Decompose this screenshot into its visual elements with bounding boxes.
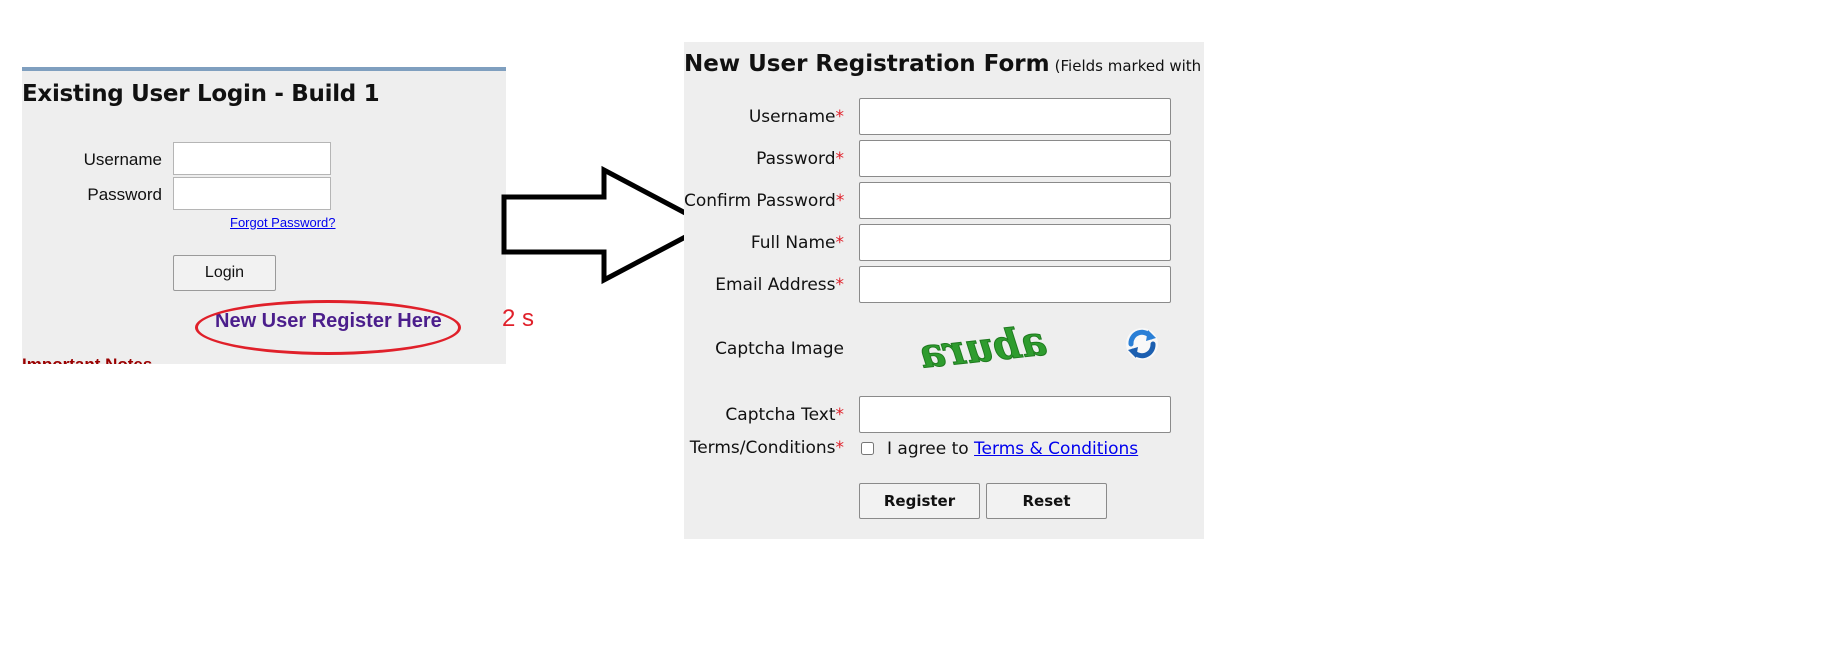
confirm-password-input[interactable] (859, 182, 1171, 219)
forgot-password-link[interactable]: Forgot Password? (230, 215, 336, 230)
email-address-input[interactable] (859, 266, 1171, 303)
register-button[interactable]: Register (859, 483, 980, 519)
terms-checkbox[interactable] (861, 442, 874, 455)
required-fields-note: (Fields marked with Re (1054, 57, 1204, 75)
login-username-label: Username (83, 150, 162, 169)
email-address-label: Email Address* (715, 275, 844, 295)
full-name-input[interactable] (859, 224, 1171, 261)
terms-agree-text: I agree to (887, 439, 969, 459)
password-input[interactable] (859, 140, 1171, 177)
delay-annotation: 2 s (502, 305, 535, 332)
login-username-input[interactable] (173, 142, 331, 175)
login-password-input[interactable] (173, 177, 331, 210)
captcha-text-input[interactable] (859, 396, 1171, 433)
registration-form-panel: New User Registration Form (Fields marke… (684, 42, 1204, 539)
registration-title: New User Registration Form (Fields marke… (684, 51, 1204, 77)
captcha-image: abura (911, 320, 1047, 376)
refresh-icon[interactable] (1124, 326, 1160, 362)
terms-agreement: I agree to Terms & Conditions (887, 439, 1138, 459)
login-title: Existing User Login - Build 1 (22, 81, 380, 107)
captcha-glyphs: abura (911, 320, 1047, 376)
terms-conditions-link[interactable]: Terms & Conditions (974, 439, 1138, 459)
password-label: Password* (756, 149, 844, 169)
full-name-label: Full Name* (750, 233, 844, 253)
login-button[interactable]: Login (173, 255, 276, 291)
captcha-text-label: Captcha Text* (725, 405, 844, 425)
login-password-label: Password (87, 185, 162, 204)
reset-button[interactable]: Reset (986, 483, 1107, 519)
login-panel-top-bar (22, 67, 506, 71)
flow-arrow-icon (501, 165, 712, 285)
terms-conditions-label: Terms/Conditions* (689, 438, 844, 458)
highlight-ellipse (195, 300, 461, 355)
existing-user-login-panel: Existing User Login - Build 1 Username P… (22, 67, 506, 364)
captcha-image-label: Captcha Image (715, 339, 844, 359)
confirm-password-label: Confirm Password* (684, 191, 845, 211)
username-input[interactable] (859, 98, 1171, 135)
important-notes-heading: Important Notes (22, 355, 152, 364)
registration-title-text: New User Registration Form (684, 51, 1050, 77)
username-label: Username* (748, 107, 844, 127)
